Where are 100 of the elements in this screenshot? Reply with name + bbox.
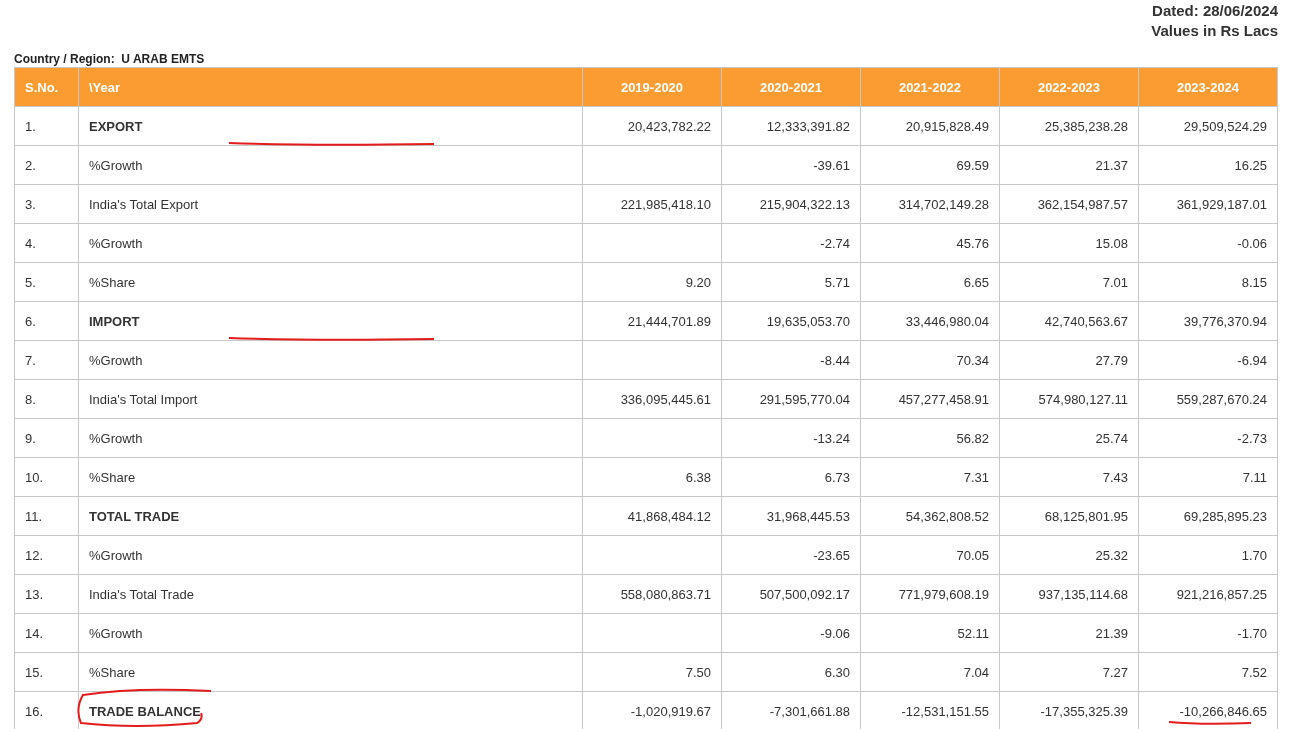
table-cell: 70.34 — [860, 340, 1000, 380]
region-label: Country / Region: U ARAB EMTS — [14, 52, 206, 67]
table-cell: India's Total Trade — [78, 574, 583, 614]
table-cell: 41,868,484.12 — [582, 496, 722, 536]
table-cell: 27.79 — [999, 340, 1139, 380]
table-cell: -0.06 — [1138, 223, 1278, 263]
table-cell: 15.08 — [999, 223, 1139, 263]
table-cell: 12,333,391.82 — [721, 106, 861, 146]
table-cell: 20,423,782.22 — [582, 106, 722, 146]
table-cell: 16. — [14, 691, 79, 729]
table-cell: 6. — [14, 301, 79, 341]
table-cell: 21.37 — [999, 145, 1139, 185]
table-cell: -13.24 — [721, 418, 861, 458]
table-cell: 7.52 — [1138, 652, 1278, 692]
table-cell: 336,095,445.61 — [582, 379, 722, 419]
table-cell: %Growth — [78, 145, 583, 185]
table-cell: 21,444,701.89 — [582, 301, 722, 341]
table-cell: 11. — [14, 496, 79, 536]
column-header: 2023-2024 — [1138, 67, 1278, 107]
table-cell: 4. — [14, 223, 79, 263]
table-cell: 8.15 — [1138, 262, 1278, 302]
units-text: Values in Rs Lacs — [1151, 21, 1278, 41]
table-cell: 7.31 — [860, 457, 1000, 497]
table-cell: 5.71 — [721, 262, 861, 302]
table-cell: 16.25 — [1138, 145, 1278, 185]
table-cell: %Growth — [78, 535, 583, 575]
table-cell: 6.30 — [721, 652, 861, 692]
table-cell: 54,362,808.52 — [860, 496, 1000, 536]
table-cell: 14. — [14, 613, 79, 653]
table-cell: 68,125,801.95 — [999, 496, 1139, 536]
table-cell: TRADE BALANCE — [78, 691, 583, 729]
table-cell: TOTAL TRADE — [78, 496, 583, 536]
table-cell: 15. — [14, 652, 79, 692]
column-header: 2019-2020 — [582, 67, 722, 107]
table-cell: India's Total Export — [78, 184, 583, 224]
column-header: S.No. — [14, 67, 79, 107]
table-cell: 21.39 — [999, 613, 1139, 653]
table-cell: 2. — [14, 145, 79, 185]
table-cell: 6.65 — [860, 262, 1000, 302]
table-cell: %Growth — [78, 340, 583, 380]
table-cell: 3. — [14, 184, 79, 224]
column-header: 2022-2023 — [999, 67, 1139, 107]
table-cell: 361,929,187.01 — [1138, 184, 1278, 224]
table-cell: 559,287,670.24 — [1138, 379, 1278, 419]
table-cell: %Share — [78, 262, 583, 302]
column-header: \Year — [78, 67, 583, 107]
table-cell: 12. — [14, 535, 79, 575]
table-cell: 291,595,770.04 — [721, 379, 861, 419]
table-cell: 215,904,322.13 — [721, 184, 861, 224]
table-cell: 7.04 — [860, 652, 1000, 692]
dated-text: Dated: 28/06/2024 — [1152, 1, 1278, 21]
table-cell: 558,080,863.71 — [582, 574, 722, 614]
table-cell: %Growth — [78, 223, 583, 263]
table-cell: 362,154,987.57 — [999, 184, 1139, 224]
table-cell: India's Total Import — [78, 379, 583, 419]
table-cell: -9.06 — [721, 613, 861, 653]
table-cell: 56.82 — [860, 418, 1000, 458]
table-cell: 69,285,895.23 — [1138, 496, 1278, 536]
table-cell: -8.44 — [721, 340, 861, 380]
table-cell: -1.70 — [1138, 613, 1278, 653]
table-cell: -39.61 — [721, 145, 861, 185]
table-cell: 25.74 — [999, 418, 1139, 458]
table-cell: 19,635,053.70 — [721, 301, 861, 341]
table-cell: 5. — [14, 262, 79, 302]
table-cell: 8. — [14, 379, 79, 419]
table-cell: 574,980,127.11 — [999, 379, 1139, 419]
table-cell: %Growth — [78, 418, 583, 458]
table-cell: 1.70 — [1138, 535, 1278, 575]
table-cell: 314,702,149.28 — [860, 184, 1000, 224]
table-cell: %Growth — [78, 613, 583, 653]
table-cell: 20,915,828.49 — [860, 106, 1000, 146]
table-cell: 457,277,458.91 — [860, 379, 1000, 419]
table-cell: 1. — [14, 106, 79, 146]
table-cell: 25,385,238.28 — [999, 106, 1139, 146]
table-cell: %Share — [78, 457, 583, 497]
table-cell: IMPORT — [78, 301, 583, 341]
table-cell: 7.50 — [582, 652, 722, 692]
table-cell: 7.27 — [999, 652, 1139, 692]
table-cell: 39,776,370.94 — [1138, 301, 1278, 341]
table-cell: 10. — [14, 457, 79, 497]
column-header: 2021-2022 — [860, 67, 1000, 107]
table-cell: 6.73 — [721, 457, 861, 497]
table-cell: 42,740,563.67 — [999, 301, 1139, 341]
table-cell: 937,135,114.68 — [999, 574, 1139, 614]
table-cell: -23.65 — [721, 535, 861, 575]
table-cell: 31,968,445.53 — [721, 496, 861, 536]
table-cell: 45.76 — [860, 223, 1000, 263]
table-cell: EXPORT — [78, 106, 583, 146]
table-cell: %Share — [78, 652, 583, 692]
table-cell: 70.05 — [860, 535, 1000, 575]
table-cell: 9. — [14, 418, 79, 458]
table-cell: 33,446,980.04 — [860, 301, 1000, 341]
table-cell: 7.01 — [999, 262, 1139, 302]
table-cell: -2.74 — [721, 223, 861, 263]
table-cell: 507,500,092.17 — [721, 574, 861, 614]
table-cell: 25.32 — [999, 535, 1139, 575]
table-cell: 13. — [14, 574, 79, 614]
table-cell: 9.20 — [582, 262, 722, 302]
table-cell: 7.11 — [1138, 457, 1278, 497]
table-cell: 29,509,524.29 — [1138, 106, 1278, 146]
